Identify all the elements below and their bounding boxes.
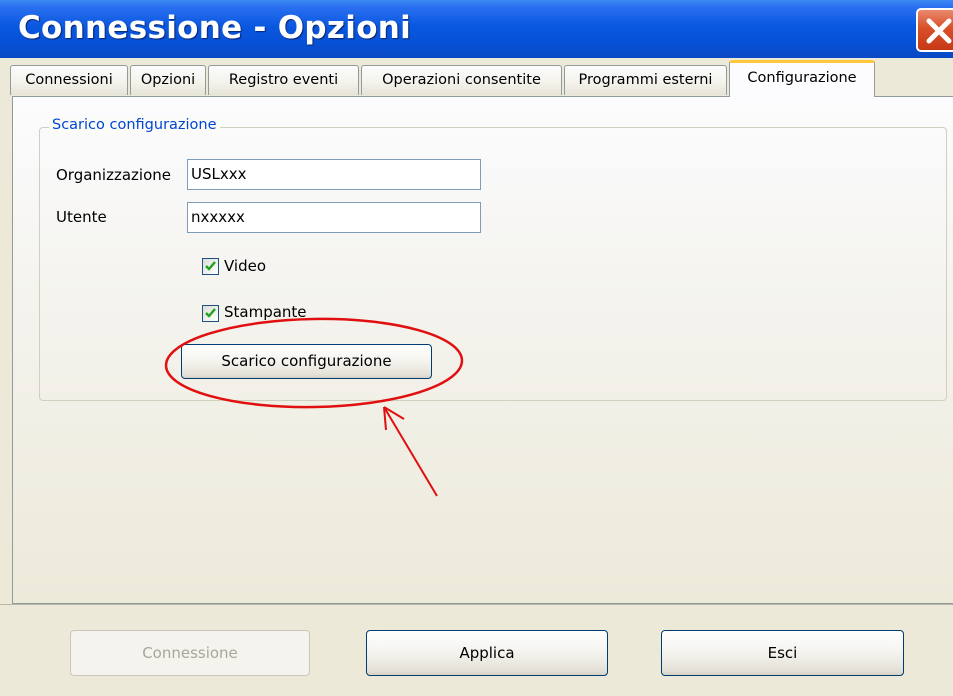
tab-label: Opzioni xyxy=(140,72,196,88)
download-configuration-button[interactable]: Scarico configurazione xyxy=(181,344,432,379)
organization-label: Organizzazione xyxy=(56,166,171,184)
connect-button: Connessione xyxy=(70,630,310,676)
organization-input[interactable]: USLxxx xyxy=(187,159,481,190)
video-checkbox[interactable] xyxy=(202,258,219,275)
tab-label: Operazioni consentite xyxy=(382,72,541,88)
printer-checkbox[interactable] xyxy=(202,305,219,322)
tab-programmi-esterni[interactable]: Programmi esterni xyxy=(564,65,727,95)
tab-configurazione[interactable]: Configurazione xyxy=(729,60,875,97)
apply-button[interactable]: Applica xyxy=(366,630,608,676)
checkmark-icon xyxy=(205,308,216,318)
window-title: Connessione - Opzioni xyxy=(18,10,412,46)
user-input[interactable]: nxxxxx xyxy=(187,202,481,233)
tab-label: Connessioni xyxy=(25,72,113,88)
tab-label: Registro eventi xyxy=(228,72,339,88)
tab-operazioni-consentite[interactable]: Operazioni consentite xyxy=(361,65,562,95)
exit-button[interactable]: Esci xyxy=(661,630,904,676)
tab-label: Programmi esterni xyxy=(578,72,713,88)
groupbox-scarico-configurazione xyxy=(39,127,947,401)
close-button[interactable] xyxy=(916,8,953,52)
tab-label: Configurazione xyxy=(747,70,857,86)
checkmark-icon xyxy=(205,261,216,271)
footer-bar: Connessione Applica Esci xyxy=(0,604,953,696)
title-bar: Connessione - Opzioni xyxy=(0,0,953,58)
user-label: Utente xyxy=(56,208,107,226)
groupbox-title: Scarico configurazione xyxy=(49,117,220,133)
tab-opzioni[interactable]: Opzioni xyxy=(130,65,206,95)
tab-connessioni[interactable]: Connessioni xyxy=(10,65,128,95)
tab-registro-eventi[interactable]: Registro eventi xyxy=(208,65,359,95)
connect-button-label: Connessione xyxy=(142,644,238,662)
video-label: Video xyxy=(224,257,267,275)
printer-label: Stampante xyxy=(224,303,307,321)
tab-panel-configurazione: Scarico configurazione Organizzazione US… xyxy=(12,96,953,604)
